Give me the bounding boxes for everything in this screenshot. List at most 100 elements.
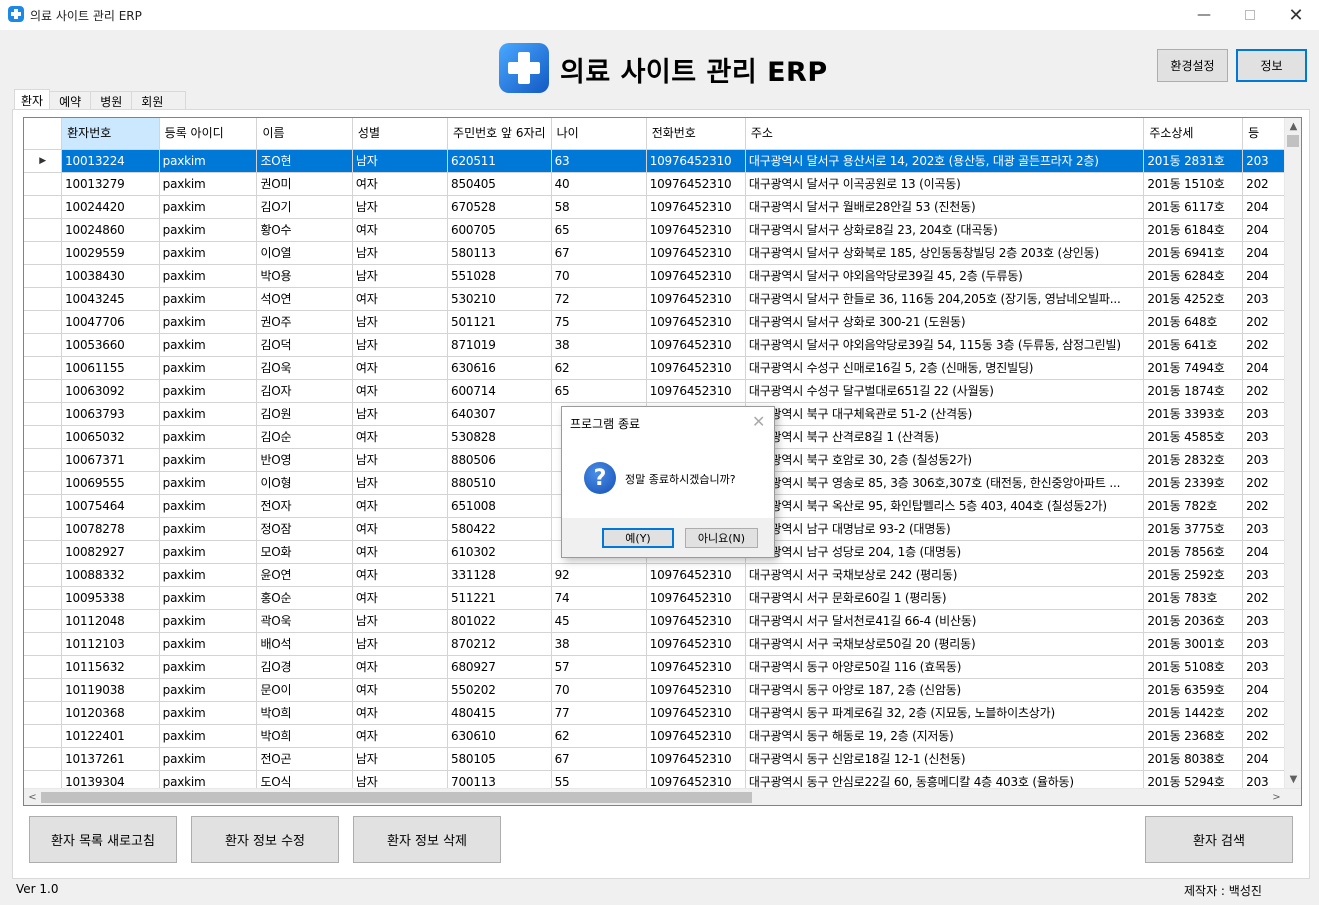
table-cell[interactable]: 이O형	[256, 471, 353, 495]
row-header[interactable]	[24, 356, 63, 380]
scroll-down-icon[interactable]: ▼	[1285, 771, 1301, 788]
table-row[interactable]: 10095338 paxkim 홍O순 여자 511221 74 10976452310 대구…	[24, 586, 1301, 610]
table-cell[interactable]: 201동 3393호	[1143, 402, 1244, 426]
row-header[interactable]	[24, 655, 63, 679]
table-cell[interactable]: 201동 4585호	[1143, 425, 1244, 449]
column-header[interactable]: 성별	[352, 118, 449, 150]
row-header[interactable]	[24, 218, 63, 242]
table-cell[interactable]: 여자	[352, 494, 449, 518]
table-cell[interactable]: 10078278	[61, 517, 160, 541]
table-cell[interactable]: paxkim	[159, 333, 258, 357]
column-header[interactable]: 주소상세	[1143, 118, 1244, 150]
table-cell[interactable]: 10976452310	[646, 241, 746, 265]
table-cell[interactable]: 201동 1874호	[1143, 379, 1244, 403]
table-cell[interactable]: 10082927	[61, 540, 160, 564]
table-cell[interactable]: paxkim	[159, 724, 258, 748]
table-cell[interactable]: 10122401	[61, 724, 160, 748]
table-cell[interactable]: 김O기	[256, 195, 353, 219]
table-cell[interactable]: 이O열	[256, 241, 353, 265]
table-cell[interactable]: paxkim	[159, 655, 258, 679]
table-cell[interactable]: paxkim	[159, 540, 258, 564]
table-cell[interactable]: 10065032	[61, 425, 160, 449]
table-row[interactable]: 10013279 paxkim 권O미 여자 850405 40 10976452310 대구…	[24, 172, 1301, 196]
table-cell[interactable]: 대구광역시 북구 영송로 85, 3층 306호,307호 (태전동, 한신중앙…	[745, 471, 1145, 495]
table-cell[interactable]: paxkim	[159, 563, 258, 587]
table-cell[interactable]: 45	[551, 609, 647, 633]
row-header[interactable]	[24, 195, 63, 219]
table-cell[interactable]: paxkim	[159, 379, 258, 403]
table-cell[interactable]: 201동 783호	[1143, 586, 1244, 610]
table-cell[interactable]: 201동 5108호	[1143, 655, 1244, 679]
table-cell[interactable]: 10095338	[61, 586, 160, 610]
table-cell[interactable]: 남자	[352, 747, 449, 771]
table-cell[interactable]: 10976452310	[646, 563, 746, 587]
table-cell[interactable]: 남자	[352, 333, 449, 357]
table-cell[interactable]: 여자	[352, 540, 449, 564]
table-cell[interactable]: 여자	[352, 724, 449, 748]
row-header[interactable]	[24, 264, 63, 288]
maximize-icon[interactable]	[1227, 0, 1273, 30]
table-cell[interactable]: 201동 2592호	[1143, 563, 1244, 587]
tab-member[interactable]: 회원	[131, 91, 187, 110]
table-cell[interactable]: 10976452310	[646, 678, 746, 702]
table-cell[interactable]: 남자	[352, 195, 449, 219]
table-cell[interactable]: 74	[551, 586, 647, 610]
table-cell[interactable]: paxkim	[159, 678, 258, 702]
table-cell[interactable]: 10976452310	[646, 172, 746, 196]
table-cell[interactable]: 38	[551, 333, 647, 357]
table-row[interactable]: 10122401 paxkim 박O희 여자 630610 62 10976452310 대구…	[24, 724, 1301, 748]
table-cell[interactable]: 여자	[352, 218, 449, 242]
row-header[interactable]	[24, 310, 63, 334]
table-cell[interactable]: 480415	[447, 701, 552, 725]
table-cell[interactable]: 65	[551, 218, 647, 242]
table-cell[interactable]: 남자	[352, 448, 449, 472]
horizontal-scroll-thumb[interactable]	[41, 792, 752, 803]
refresh-patient-list-button[interactable]: 환자 목록 새로고침	[29, 816, 177, 863]
table-cell[interactable]: paxkim	[159, 356, 258, 380]
table-cell[interactable]: 권O미	[256, 172, 353, 196]
table-cell[interactable]: 10063793	[61, 402, 160, 426]
table-cell[interactable]: 511221	[447, 586, 552, 610]
table-cell[interactable]: 201동 6184호	[1143, 218, 1244, 242]
table-cell[interactable]: 김O원	[256, 402, 353, 426]
table-cell[interactable]: 10976452310	[646, 655, 746, 679]
table-cell[interactable]: 850405	[447, 172, 552, 196]
table-cell[interactable]: 551028	[447, 264, 552, 288]
table-cell[interactable]: 10088332	[61, 563, 160, 587]
table-cell[interactable]: paxkim	[159, 448, 258, 472]
table-cell[interactable]: 김O경	[256, 655, 353, 679]
table-cell[interactable]: 대구광역시 달서구 월배로28안길 53 (진천동)	[745, 195, 1145, 219]
table-cell[interactable]: 600714	[447, 379, 552, 403]
table-cell[interactable]: 580422	[447, 517, 552, 541]
table-cell[interactable]: paxkim	[159, 402, 258, 426]
table-cell[interactable]: 10976452310	[646, 264, 746, 288]
table-cell[interactable]: 10976452310	[646, 195, 746, 219]
table-cell[interactable]: 대구광역시 수성구 신매로16길 5, 2층 (신매동, 명진빌딩)	[745, 356, 1145, 380]
table-cell[interactable]: paxkim	[159, 287, 258, 311]
row-header[interactable]	[24, 172, 63, 196]
table-cell[interactable]: 10013224	[61, 149, 160, 173]
row-header[interactable]	[24, 241, 63, 265]
table-cell[interactable]: 남자	[352, 310, 449, 334]
table-cell[interactable]: 65	[551, 379, 647, 403]
table-cell[interactable]: 331128	[447, 563, 552, 587]
table-cell[interactable]: 여자	[352, 678, 449, 702]
table-cell[interactable]: 10063092	[61, 379, 160, 403]
table-row[interactable]: 10112048 paxkim 곽O욱 남자 801022 45 10976452310 대구…	[24, 609, 1301, 633]
table-cell[interactable]: paxkim	[159, 425, 258, 449]
table-cell[interactable]: 10976452310	[646, 310, 746, 334]
table-row[interactable]: 10119038 paxkim 문O이 여자 550202 70 10976452310 대구…	[24, 678, 1301, 702]
table-cell[interactable]: 201동 6941호	[1143, 241, 1244, 265]
table-cell[interactable]: paxkim	[159, 747, 258, 771]
tab-reservation[interactable]: 예약	[49, 91, 92, 110]
table-cell[interactable]: 남자	[352, 402, 449, 426]
table-cell[interactable]: 201동 7494호	[1143, 356, 1244, 380]
table-cell[interactable]: 대구광역시 동구 파계로6길 32, 2층 (지묘동, 노블하이츠상가)	[745, 701, 1145, 725]
table-cell[interactable]: 여자	[352, 356, 449, 380]
table-cell[interactable]: 대구광역시 서구 문화로60길 1 (평리동)	[745, 586, 1145, 610]
table-cell[interactable]: 640307	[447, 402, 552, 426]
table-cell[interactable]: 김O순	[256, 425, 353, 449]
table-cell[interactable]: 580113	[447, 241, 552, 265]
table-cell[interactable]: 10112048	[61, 609, 160, 633]
table-cell[interactable]: 201동 2339호	[1143, 471, 1244, 495]
